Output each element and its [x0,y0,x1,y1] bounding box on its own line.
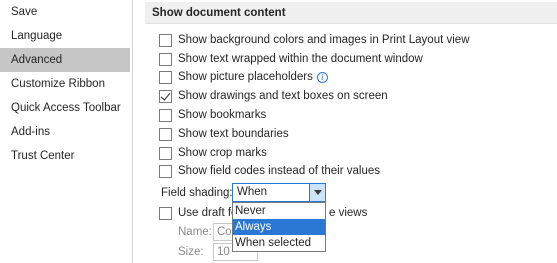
nav-item-trust-center[interactable]: Trust Center [0,144,130,168]
checkbox[interactable] [159,108,172,122]
checkbox[interactable] [159,164,172,178]
draft-size-label: Size: [178,246,204,258]
option-field-codes[interactable]: Show field codes instead of their values [159,162,380,180]
option-label: Show field codes instead of their values [178,165,381,177]
checkbox[interactable] [159,33,172,47]
option-background-colors[interactable]: Show background colors and images in Pri… [159,31,470,49]
draft-name-label: Name: [178,226,212,238]
option-label: Show bookmarks [178,109,267,121]
option-label-start: Use draft fo [178,207,238,219]
advanced-options-panel: Show document content Show background co… [145,0,557,263]
nav-item-add-ins[interactable]: Add-ins [0,120,130,144]
option-draft-font[interactable]: Use draft fo [159,204,237,222]
info-icon[interactable]: i [316,71,328,83]
nav-item-save[interactable]: Save [0,0,130,24]
checkbox[interactable] [159,206,172,220]
nav-divider [132,0,133,263]
field-shading-label: Field shading: [161,187,233,199]
nav-item-language[interactable]: Language [0,24,130,48]
chevron-down-icon[interactable] [309,184,325,201]
options-nav: Save Language Advanced Customize Ribbon … [0,0,132,263]
dropdown-option-always[interactable]: Always [233,219,325,235]
option-crop-marks[interactable]: Show crop marks [159,144,267,162]
checkbox[interactable] [159,52,172,66]
field-shading-value: When selected [237,186,280,215]
checkbox-checked[interactable] [159,89,172,103]
checkbox[interactable] [159,146,172,160]
field-shading-select[interactable]: When selected [232,183,326,215]
checkbox[interactable] [159,127,172,141]
option-bookmarks[interactable]: Show bookmarks [159,106,266,124]
option-label: Show drawings and text boxes on screen [178,90,388,102]
field-shading-dropdown: Never Always When selected [232,202,326,252]
option-label: Show text wrapped within the document wi… [178,53,423,65]
dropdown-option-when-selected[interactable]: When selected [233,235,325,251]
nav-item-quick-access-toolbar[interactable]: Quick Access Toolbar [0,96,130,120]
nav-item-customize-ribbon[interactable]: Customize Ribbon [0,72,130,96]
option-text-wrapped[interactable]: Show text wrapped within the document wi… [159,50,423,68]
option-label: Show picture placeholders [178,71,313,83]
nav-item-advanced[interactable]: Advanced [0,48,130,72]
option-label: Show text boundaries [178,128,289,140]
option-picture-placeholders[interactable]: Show picture placeholders i [159,68,328,86]
option-text-boundaries[interactable]: Show text boundaries [159,125,289,143]
dropdown-option-never[interactable]: Never [233,203,325,219]
section-header: Show document content [145,2,557,24]
option-label: Show crop marks [178,147,267,159]
checkbox[interactable] [159,70,172,84]
option-label-end: e views [329,207,368,219]
option-drawings-text-boxes[interactable]: Show drawings and text boxes on screen [159,87,388,105]
option-label: Show background colors and images in Pri… [178,34,470,46]
